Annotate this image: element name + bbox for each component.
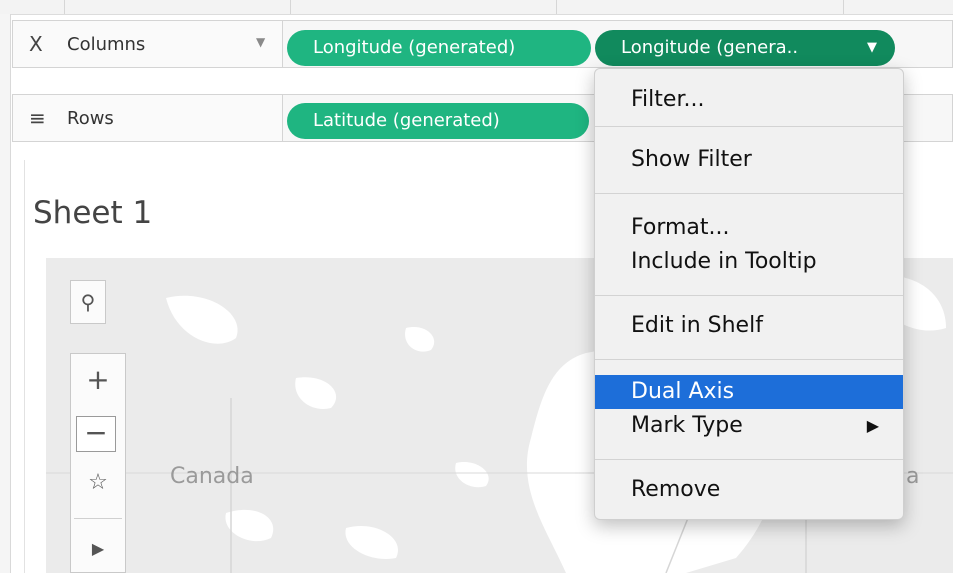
- menu-item-filter[interactable]: Filter...: [595, 85, 903, 115]
- expand-toolbar-button[interactable]: ▶: [70, 535, 126, 567]
- lake-shape: [405, 327, 435, 352]
- menu-item-include-in-tooltip[interactable]: Include in Tooltip: [595, 247, 903, 277]
- frame-divider: [64, 0, 65, 14]
- menu-separator: [595, 459, 903, 460]
- top-frame: [0, 0, 953, 15]
- longitude-pill-active[interactable]: Longitude (genera.. ▼: [595, 30, 895, 66]
- menu-separator: [595, 126, 903, 127]
- menu-item-remove[interactable]: Remove: [595, 475, 903, 505]
- left-gutter: [0, 14, 11, 573]
- columns-icon: Ⅹ: [29, 32, 43, 56]
- search-icon: ⚲: [80, 290, 96, 314]
- lake-shape: [345, 526, 398, 559]
- map-label-partial: a: [906, 464, 920, 489]
- menu-item-format[interactable]: Format...: [595, 213, 903, 243]
- zoom-out-button[interactable]: −: [76, 416, 116, 452]
- chevron-down-icon[interactable]: ▼: [867, 30, 877, 66]
- longitude-pill-label: Longitude (genera..: [621, 37, 799, 58]
- toolbar-divider: [74, 518, 122, 519]
- frame-divider: [843, 0, 844, 14]
- menu-item-show-filter[interactable]: Show Filter: [595, 145, 903, 175]
- frame-divider: [290, 0, 291, 14]
- latitude-pill[interactable]: Latitude (generated): [287, 103, 589, 139]
- play-icon: ▶: [91, 539, 105, 558]
- rows-icon: ≡: [29, 106, 46, 130]
- context-menu: Filter... Show Filter Format... Include …: [594, 68, 904, 520]
- submenu-arrow-icon: ▶: [866, 416, 879, 435]
- menu-item-mark-type[interactable]: Mark Type ▶: [595, 411, 903, 441]
- lake-shape: [455, 462, 489, 488]
- menu-separator: [595, 295, 903, 296]
- zoom-in-button[interactable]: +: [70, 363, 126, 403]
- menu-item-dual-axis[interactable]: Dual Axis: [595, 375, 903, 409]
- chevron-down-icon[interactable]: ▼: [256, 35, 265, 49]
- lake-shape: [166, 295, 238, 344]
- columns-shelf-label[interactable]: Ⅹ Columns ▼: [13, 21, 283, 67]
- rows-label: Rows: [67, 108, 114, 129]
- menu-item-edit-in-shelf[interactable]: Edit in Shelf: [595, 311, 903, 341]
- pin-button[interactable]: ☆: [70, 470, 126, 506]
- longitude-pill[interactable]: Longitude (generated): [287, 30, 591, 66]
- sheet-title: Sheet 1: [33, 195, 153, 231]
- menu-separator: [595, 193, 903, 194]
- lake-shape: [225, 509, 274, 542]
- menu-separator: [595, 359, 903, 360]
- frame-divider: [556, 0, 557, 14]
- rows-shelf-label[interactable]: ≡ Rows: [13, 95, 283, 141]
- map-label-canada: Canada: [170, 464, 254, 489]
- pin-icon: ☆: [88, 470, 108, 495]
- lake-shape: [295, 377, 337, 409]
- menu-item-mark-type-label: Mark Type: [631, 413, 743, 438]
- columns-label: Columns: [67, 34, 146, 55]
- map-search-button[interactable]: ⚲: [70, 280, 106, 324]
- minus-icon: −: [84, 416, 108, 449]
- plus-icon: +: [86, 363, 110, 396]
